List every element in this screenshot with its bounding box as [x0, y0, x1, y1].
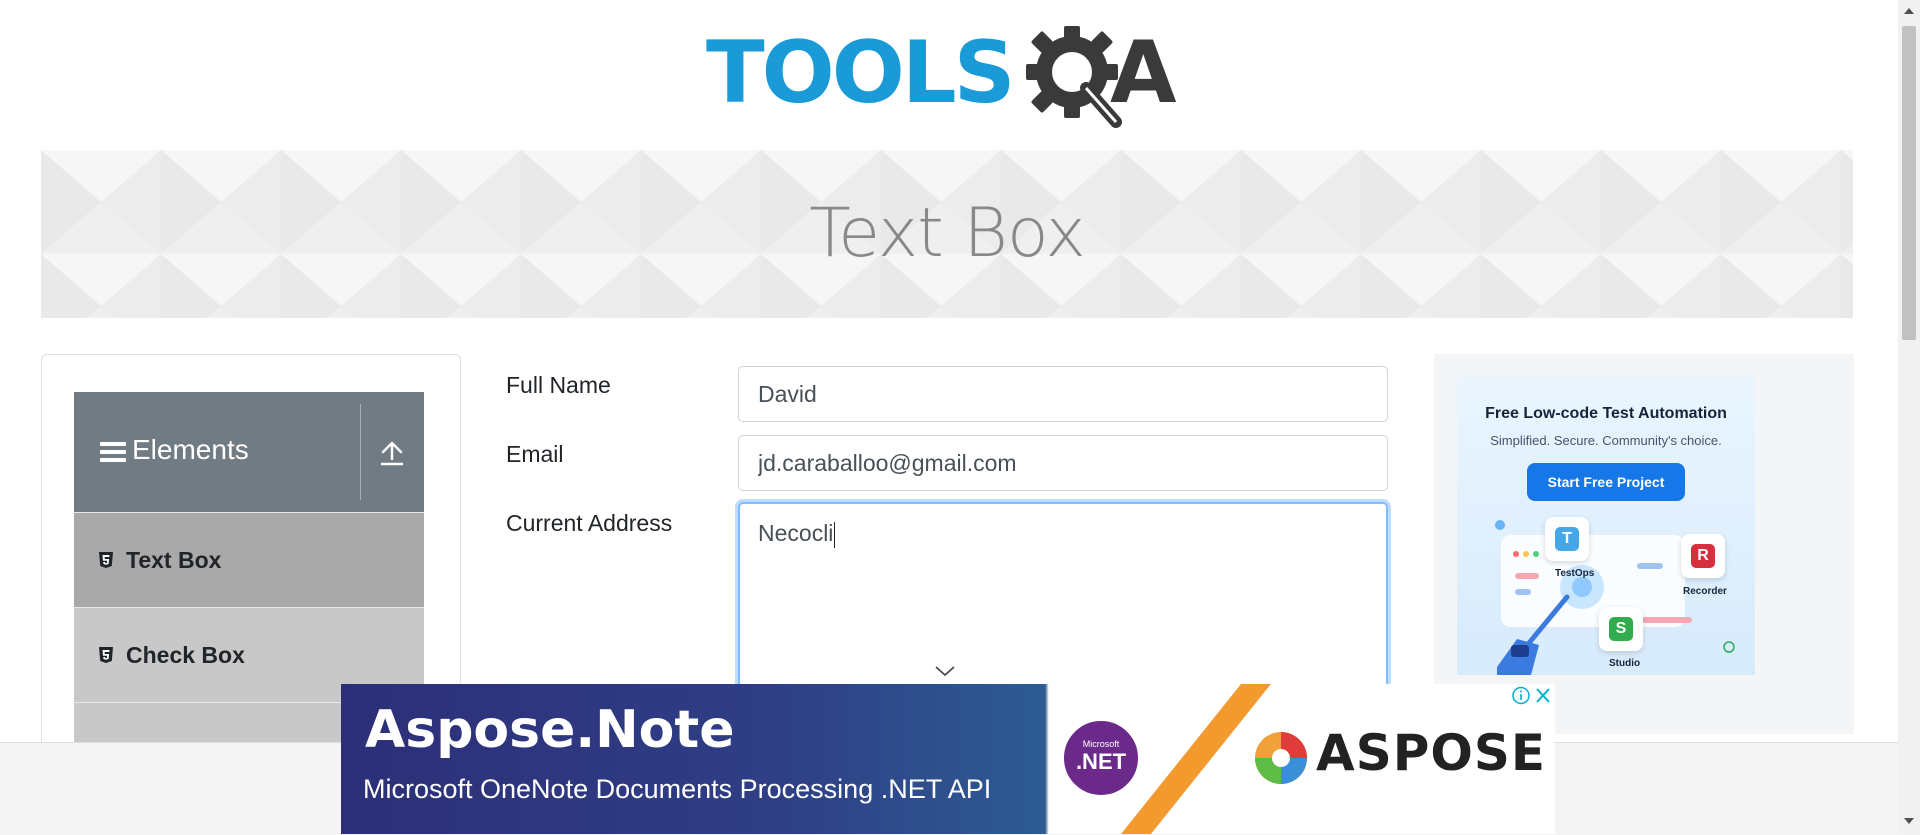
full-name-input[interactable] [738, 366, 1388, 422]
ad-product-title: Aspose.Note [365, 700, 735, 760]
upload-arrow-icon[interactable] [380, 440, 404, 466]
aspose-ad-banner[interactable]: Aspose.Note Microsoft OneNote Documents … [341, 684, 1555, 834]
header-divider [360, 404, 361, 500]
html5-icon [99, 552, 113, 568]
ad-controls [1508, 685, 1555, 706]
chevron-down-icon [935, 666, 955, 677]
scrollbar-thumb[interactable] [1902, 26, 1916, 340]
aspose-swirl-icon [1255, 732, 1307, 784]
ad-close-icon[interactable] [1533, 685, 1553, 706]
dotnet-badge: Microsoft .NET [1061, 718, 1141, 798]
text-caret [834, 521, 836, 548]
studio-card: S [1599, 607, 1643, 651]
page-banner: Text Box [41, 150, 1853, 318]
full-name-label: Full Name [506, 372, 611, 398]
toolsqa-logo[interactable]: TOOLS A [706, 22, 1192, 134]
studio-caption: Studio [1609, 658, 1641, 669]
testops-caption: TestOps [1555, 568, 1595, 579]
sidebar-item-label: Check Box [126, 642, 245, 668]
sidebar-group-label: Elements [132, 434, 249, 465]
ad-tagline: Microsoft OneNote Documents Processing .… [363, 774, 992, 804]
email-label: Email [506, 441, 564, 467]
aspose-brand: ASPOSE [1316, 724, 1547, 782]
current-address-value: Necocli [758, 520, 834, 546]
logo-tools-text: TOOLS [706, 23, 1016, 123]
ad-info-icon[interactable] [1510, 685, 1532, 706]
badge-net-text: .NET [1075, 749, 1127, 774]
testops-card: T [1545, 517, 1589, 561]
sidebar-group-elements[interactable]: Elements [74, 392, 424, 512]
html5-icon [99, 647, 113, 663]
badge-microsoft-text: Microsoft [1082, 739, 1120, 749]
email-input[interactable] [738, 435, 1388, 491]
scroll-up-icon[interactable] [1904, 8, 1914, 14]
current-address-label: Current Address [506, 510, 673, 536]
current-address-textarea[interactable]: Necocli [738, 502, 1388, 702]
scroll-down-icon[interactable] [1904, 818, 1914, 824]
page-title: Text Box [809, 194, 1085, 273]
logo-qa-text: A [1110, 23, 1177, 123]
hamburger-icon [100, 442, 126, 462]
recorder-card: R [1681, 534, 1725, 578]
vertical-scrollbar[interactable] [1898, 0, 1920, 834]
katalon-ad[interactable]: Free Low-code Test Automation Simplified… [1457, 377, 1755, 675]
sidebar-item-label: Text Box [126, 547, 222, 573]
sidebar-item-text-box[interactable]: Text Box [74, 512, 424, 607]
recorder-caption: Recorder [1683, 586, 1727, 597]
